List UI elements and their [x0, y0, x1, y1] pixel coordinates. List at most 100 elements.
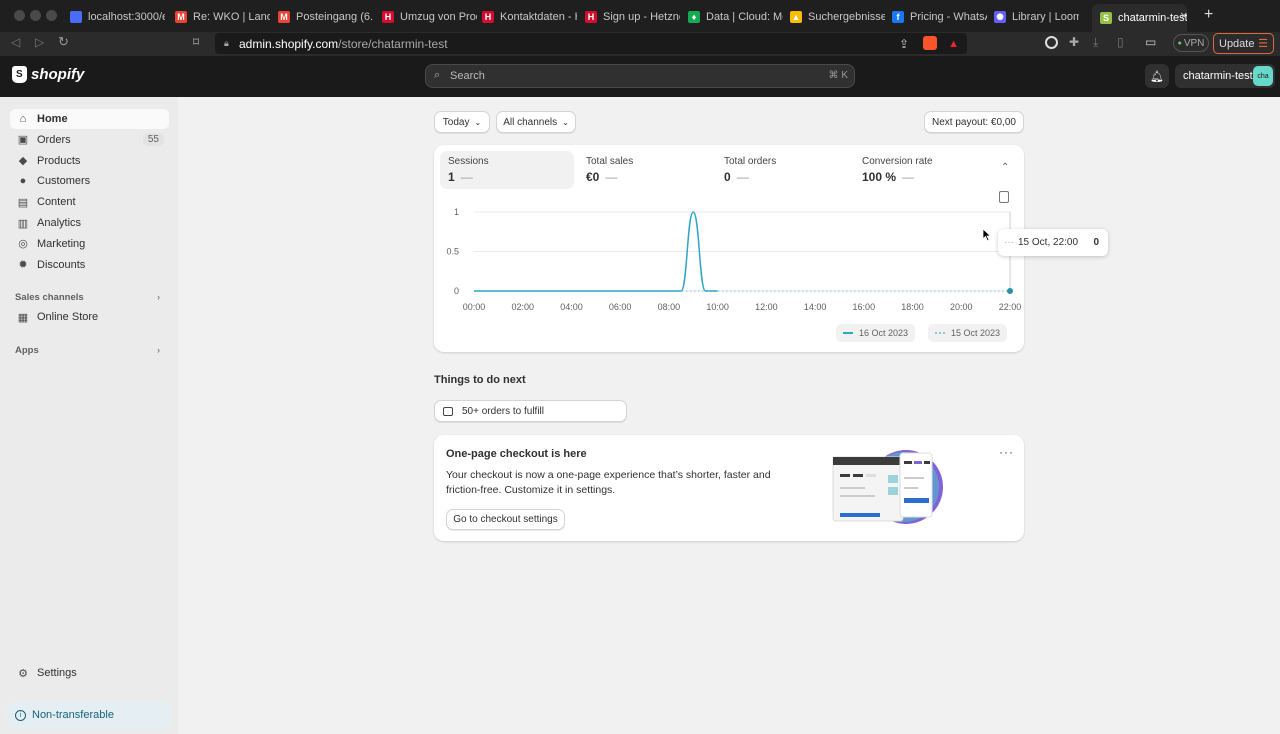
- sidebar-item-products[interactable]: ◆ Products: [10, 151, 169, 171]
- sidebar-item-settings[interactable]: ⚙ Settings: [10, 663, 169, 683]
- forward-icon[interactable]: ▷: [35, 35, 44, 49]
- window-zoom-button[interactable]: [46, 10, 57, 21]
- browser-tab-strip: localhost:3000/en M Re: WKO | Landes M Poste…: [0, 0, 1280, 32]
- admin-topbar: S shopify ⌕ Search ⌘ K 🔔︎ chatarmin-test…: [0, 56, 1280, 97]
- sidebar-item-customers[interactable]: ● Customers: [10, 171, 169, 191]
- url-host: admin.shopify.com: [239, 36, 339, 51]
- brave-rewards-icon[interactable]: ▲: [948, 38, 959, 50]
- target-icon: ◎: [18, 238, 28, 251]
- sidebar-item-analytics[interactable]: ▥ Analytics: [10, 213, 169, 233]
- browser-tab[interactable]: f Pricing - WhatsAp: [892, 6, 987, 28]
- tab-label: Kontaktdaten - H: [500, 11, 577, 23]
- sidebar-item-orders[interactable]: ▣ Orders 55: [10, 130, 169, 150]
- legend-swatch-solid: [843, 332, 853, 334]
- sales-channels-label: Sales channels: [15, 292, 84, 303]
- browser-tab[interactable]: ✺ Library | Loom: [994, 6, 1079, 28]
- sessions-chart: 0 0.5 1 00:00 02:00 04:00 06:00 08:00 10:00 12:00…: [446, 207, 1021, 312]
- update-button[interactable]: Update ☰: [1213, 33, 1274, 54]
- sidebar-item-online-store[interactable]: ▦ Online Store: [10, 307, 169, 327]
- date-range-label: Today: [442, 116, 470, 128]
- y-tick-label: 0.5: [446, 247, 459, 257]
- legend-item-current: 16 Oct 2023: [836, 324, 916, 342]
- browser-tab[interactable]: M Re: WKO | Landes: [175, 6, 270, 28]
- sidebar-item-label: Home: [37, 113, 68, 125]
- window-minimize-button[interactable]: [30, 10, 41, 21]
- browser-tab[interactable]: Schatarmin-test: [1092, 4, 1187, 32]
- checkout-settings-label: Go to checkout settings: [453, 514, 558, 525]
- x-tick-label: 12:00: [755, 302, 778, 312]
- extensions-icon[interactable]: ✚: [1069, 35, 1079, 49]
- tab-favicon-icon: H: [585, 11, 597, 23]
- tab-favicon-icon: M: [175, 11, 187, 23]
- y-tick-label: 1: [454, 207, 459, 217]
- checkout-illustration: [832, 450, 943, 524]
- browser-tab[interactable]: localhost:3000/en: [70, 6, 165, 28]
- x-tick-label: 20:00: [950, 302, 973, 312]
- person-icon: ●: [19, 175, 27, 188]
- search-shortcut: ⌘ K: [828, 70, 848, 81]
- x-tick-label: 06:00: [609, 302, 632, 312]
- browser-tab[interactable]: H Kontaktdaten - H: [482, 6, 577, 28]
- sales-channels-section[interactable]: Sales channels ›: [15, 292, 160, 303]
- apps-section[interactable]: Apps ›: [15, 345, 160, 356]
- shopify-logo[interactable]: S shopify: [12, 66, 84, 83]
- x-tick-label: 14:00: [804, 302, 827, 312]
- non-transferable-label: Non-transferable: [32, 709, 114, 721]
- x-tick-label: 02:00: [511, 302, 534, 312]
- next-payout-button[interactable]: Next payout: €0,00: [924, 111, 1024, 133]
- browser-tab[interactable]: ▲ Suchergebnisse -: [790, 6, 885, 28]
- sidebar-item-label: Orders: [37, 133, 71, 146]
- search-input[interactable]: ⌕ Search ⌘ K: [425, 64, 855, 88]
- sidebar-item-home[interactable]: ⌂ Home: [10, 109, 169, 129]
- channel-label: All channels: [503, 116, 558, 128]
- channel-select[interactable]: All channels ⌄: [496, 111, 576, 133]
- legend-label: 16 Oct 2023: [859, 328, 909, 338]
- orders-to-fulfill-button[interactable]: 50+ orders to fulfill: [434, 400, 627, 422]
- tab-label: chatarmin-test: [1118, 12, 1187, 24]
- url-field[interactable]: 🔒︎ admin.shopify.com/store/chatarmin-tes…: [215, 33, 967, 54]
- search-icon: ⌕: [434, 69, 441, 81]
- password-manager-icon[interactable]: [1045, 36, 1058, 49]
- sidebar: ⌂ Home ▣ Orders 55 ◆ Products ● Customers ▤ Conten…: [0, 97, 178, 734]
- sidebar-item-marketing[interactable]: ◎ Marketing: [10, 234, 169, 254]
- browser-tab[interactable]: M Posteingang (6.8: [278, 6, 373, 28]
- chevron-right-icon: ›: [157, 345, 161, 356]
- sidebar-item-content[interactable]: ▤ Content: [10, 192, 169, 212]
- browser-tab[interactable]: H Sign up - Hetzner: [585, 6, 680, 28]
- orders-icon: ▣: [17, 134, 29, 147]
- orders-to-fulfill-label: 50+ orders to fulfill: [462, 405, 544, 417]
- brave-shields-icon[interactable]: [923, 36, 937, 50]
- vpn-button[interactable]: ● VPN: [1173, 34, 1209, 52]
- download-icon[interactable]: ⤓: [1093, 35, 1098, 50]
- date-range-select[interactable]: Today ⌄: [434, 111, 490, 133]
- bell-icon: 🔔︎: [1150, 70, 1164, 83]
- x-tick-label: 18:00: [901, 302, 924, 312]
- tab-label: Library | Loom: [1012, 11, 1079, 23]
- sidebar-item-discounts[interactable]: ✹ Discounts: [10, 255, 169, 275]
- wallet-icon[interactable]: ▭: [1145, 35, 1156, 49]
- tab-favicon-icon: ♦: [688, 11, 700, 23]
- bookmark-icon[interactable]: ⌑: [193, 35, 199, 49]
- new-tab-button[interactable]: +: [1204, 6, 1213, 24]
- tab-label: Posteingang (6.8: [296, 11, 373, 23]
- share-icon[interactable]: ⇪: [899, 37, 909, 51]
- browser-tab[interactable]: ♦ Data | Cloud: Mon: [688, 6, 783, 28]
- browser-tab[interactable]: H Umzug von Produ: [382, 6, 477, 28]
- more-actions-icon[interactable]: ···: [999, 445, 1014, 459]
- notifications-button[interactable]: 🔔︎: [1145, 64, 1169, 88]
- window-close-button[interactable]: [14, 10, 25, 21]
- store-menu-button[interactable]: chatarmin-test cha: [1175, 64, 1275, 88]
- reload-icon[interactable]: ↻: [58, 34, 69, 50]
- non-transferable-banner[interactable]: i Non-transferable: [6, 701, 172, 729]
- x-tick-label: 04:00: [560, 302, 583, 312]
- checkout-settings-button[interactable]: Go to checkout settings: [446, 509, 565, 530]
- tab-favicon-icon: H: [482, 11, 494, 23]
- back-icon[interactable]: ◁: [11, 35, 20, 49]
- sidebar-item-label: Products: [37, 154, 81, 167]
- gear-icon: ⚙: [18, 667, 28, 680]
- tab-favicon-icon: [70, 11, 82, 23]
- storefront-icon: ▦: [17, 311, 29, 324]
- tab-label: Pricing - WhatsAp: [910, 11, 987, 23]
- close-tab-icon[interactable]: ×: [1180, 8, 1188, 23]
- sidebar-toggle-icon[interactable]: ▯: [1117, 35, 1124, 49]
